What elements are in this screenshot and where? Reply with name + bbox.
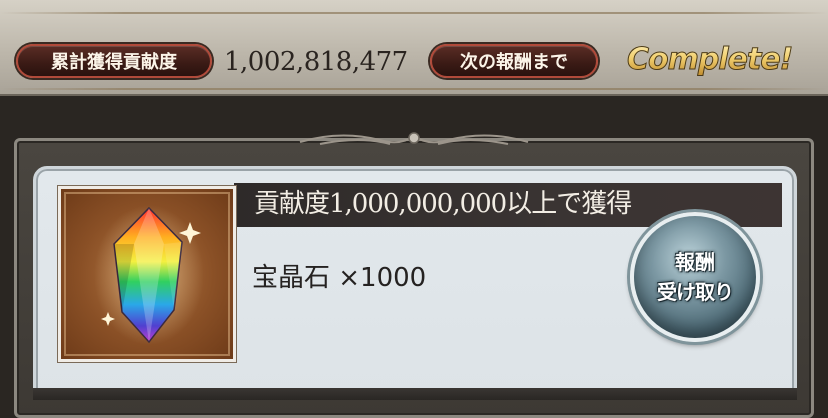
item-name: 宝晶石 ×1000 bbox=[252, 263, 427, 293]
next-reward-row-edge bbox=[33, 388, 797, 400]
claim-button-label-line2: 受け取り bbox=[657, 280, 734, 304]
status-bar: 累計獲得貢献度 1,002,818,477 次の報酬まで Complete! bbox=[0, 0, 828, 96]
total-contribution-badge: 累計獲得貢献度 bbox=[16, 44, 212, 78]
reward-condition: 貢献度1,000,000,000以上で獲得 bbox=[254, 189, 632, 219]
rainbow-crystal-icon bbox=[94, 205, 204, 345]
next-reward-badge: 次の報酬まで bbox=[430, 44, 598, 78]
total-contribution-value: 1,002,818,477 bbox=[224, 47, 408, 77]
next-reward-status: Complete! bbox=[626, 40, 793, 80]
claim-reward-button[interactable]: 報酬 受け取り bbox=[630, 212, 760, 342]
ornament-divider-icon bbox=[299, 132, 529, 145]
claim-button-label-line1: 報酬 bbox=[675, 250, 715, 274]
